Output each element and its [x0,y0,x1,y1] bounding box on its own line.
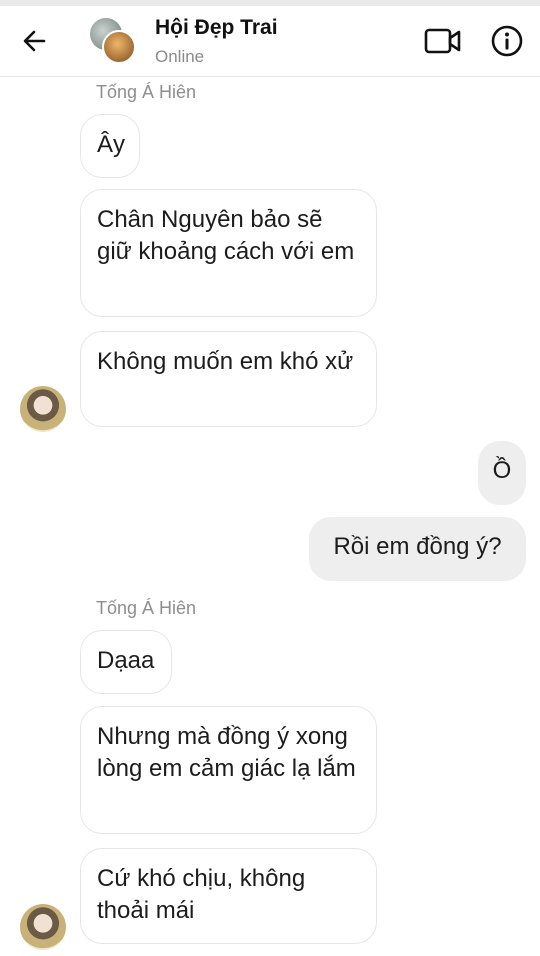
incoming-message[interactable]: Ây [80,114,140,178]
outgoing-message[interactable]: Ồ [478,441,526,505]
incoming-message[interactable]: Không muốn em khó xử [80,331,377,427]
info-button[interactable] [490,24,524,58]
info-icon [491,25,523,57]
sender-avatar[interactable] [20,904,66,950]
arrow-left-icon [23,30,46,52]
online-status: Online [155,47,205,66]
chat-title[interactable]: Hội Đẹp Trai [155,16,278,40]
outgoing-message[interactable]: Rồi em đồng ý? [309,517,526,581]
video-camera-icon [424,28,461,54]
sender-name: Tống Á Hiên [96,598,197,618]
group-avatar[interactable] [88,16,136,64]
sender-name: Tống Á Hiên [96,82,197,102]
video-call-button[interactable] [424,26,462,56]
incoming-message[interactable]: Nhưng mà đồng ý xong lòng em cảm giác lạ… [80,706,377,834]
back-button[interactable] [20,26,50,56]
incoming-message[interactable]: Chân Nguyên bảo sẽ giữ khoảng cách với e… [80,189,377,317]
chat-header: Hội Đẹp Trai Online [0,6,540,77]
member-avatar [102,30,136,64]
incoming-message[interactable]: Cứ khó chịu, không thoải mái [80,848,377,944]
incoming-message[interactable]: Dạaa [80,630,172,694]
sender-avatar[interactable] [20,386,66,432]
